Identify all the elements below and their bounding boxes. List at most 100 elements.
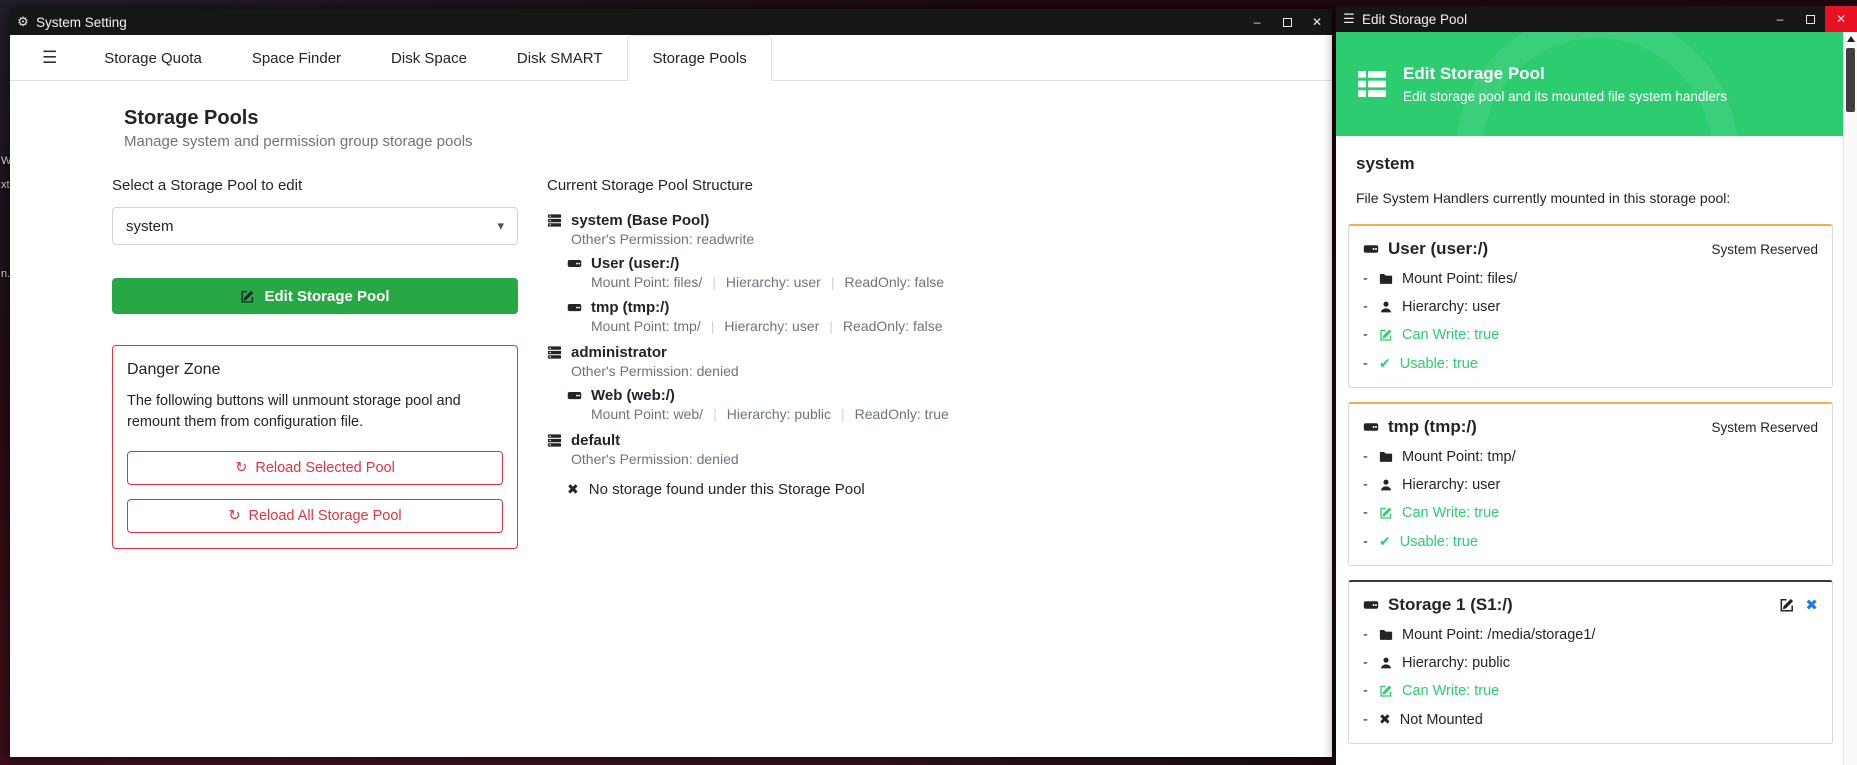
readonly: ReadOnly: true [855, 406, 949, 422]
edit-handler-icon[interactable] [1779, 597, 1795, 613]
handler-row-usable: ✔ Usable: true [1363, 533, 1818, 550]
handler-row-usable: ✔ Usable: true [1363, 355, 1818, 372]
handler-row-hierarchy: Hierarchy: user [1363, 477, 1818, 493]
system-reserved-badge: System Reserved [1711, 420, 1818, 435]
divider [711, 318, 715, 334]
handler-row-hierarchy: Hierarchy: user [1363, 299, 1818, 315]
tab-bar: ☰ Storage Quota Space Finder Disk Space … [10, 35, 1332, 81]
user-icon [1379, 656, 1393, 670]
divider [841, 406, 845, 422]
close-button[interactable]: ✕ [1825, 6, 1857, 32]
server-icon [547, 213, 562, 228]
edit-window-content: Edit Storage Pool Edit storage pool and … [1336, 32, 1843, 765]
pool-select-label: Select a Storage Pool to edit [112, 177, 518, 194]
close-button[interactable]: ✕ [1302, 9, 1332, 35]
tab-disk-space[interactable]: Disk Space [366, 35, 492, 81]
mount-point: Mount Point: web/ [591, 406, 703, 422]
row-text: Usable: true [1400, 534, 1478, 550]
handler-row-hierarchy: Hierarchy: public [1363, 655, 1818, 671]
reload-all-pool-button[interactable]: ↻ Reload All Storage Pool [127, 499, 503, 533]
storage-detail: Mount Point: tmp/ Hierarchy: user ReadOn… [591, 318, 1147, 334]
storage-name: Web (web:/) [591, 387, 675, 404]
empty-pool-message: ✖ No storage found under this Storage Po… [567, 481, 1147, 498]
pool-permission: Other's Permission: denied [571, 451, 1147, 467]
pool-info: system File System Handlers currently mo… [1356, 136, 1823, 206]
window-controls: – ✕ [1765, 6, 1857, 32]
handler-cards: User (user:/) System Reserved Mount Poin… [1336, 224, 1843, 758]
tab-space-finder[interactable]: Space Finder [227, 35, 366, 81]
divider [713, 406, 717, 422]
danger-zone-title: Danger Zone [127, 361, 503, 379]
row-text: Hierarchy: user [1402, 477, 1500, 493]
row-text: Mount Point: /media/storage1/ [1402, 627, 1595, 643]
page-title: Storage Pools [124, 107, 473, 130]
reload-selected-pool-label: Reload Selected Pool [255, 460, 394, 476]
cross-icon: ✖ [1379, 711, 1391, 728]
hdd-icon [1363, 419, 1379, 435]
pool-header: default [547, 432, 1147, 449]
pool-select-dropdown[interactable]: system ▾ [112, 207, 518, 245]
handler-row-notmounted: ✖ Not Mounted [1363, 711, 1818, 728]
hierarchy: Hierarchy: public [727, 406, 831, 422]
window-title: System Setting [36, 15, 127, 30]
pool-header: administrator [547, 344, 1147, 361]
handler-row-canwrite: Can Write: true [1363, 505, 1818, 521]
readonly: ReadOnly: false [844, 274, 944, 290]
divider [712, 274, 716, 290]
page-subtitle: Manage system and permission group stora… [124, 133, 473, 150]
hamburger-icon: ☰ [1336, 11, 1362, 27]
divider [831, 274, 835, 290]
pool-edit-panel: Select a Storage Pool to edit system ▾ E… [112, 177, 518, 549]
edit-window-body: Edit Storage Pool Edit storage pool and … [1336, 32, 1857, 765]
tab-storage-quota[interactable]: Storage Quota [79, 35, 227, 81]
scrollbar-thumb[interactable] [1846, 48, 1855, 112]
storage-detail: Mount Point: web/ Hierarchy: public Read… [591, 406, 1147, 422]
hdd-icon [1363, 241, 1379, 257]
row-text: Not Mounted [1400, 712, 1483, 728]
minimize-button[interactable]: – [1242, 9, 1272, 35]
desktop-text-fragment: n. [1, 268, 10, 280]
pool-name: system (Base Pool) [571, 212, 709, 229]
edit-storage-pool-button[interactable]: Edit Storage Pool [112, 278, 518, 314]
pool-permission: Other's Permission: denied [571, 363, 1147, 379]
pool-item: administrator Other's Permission: denied… [547, 344, 1147, 422]
folder-icon [1379, 628, 1393, 642]
header-subtitle: Edit storage pool and its mounted file s… [1403, 89, 1727, 104]
handler-row-canwrite: Can Write: true [1363, 327, 1818, 343]
minimize-button[interactable]: – [1765, 6, 1795, 32]
titlebar: ⚙ System Setting – ✕ [10, 9, 1332, 35]
hdd-icon [567, 388, 582, 403]
page-header: Storage Pools Manage system and permissi… [124, 107, 473, 150]
maximize-button[interactable] [1795, 6, 1825, 32]
titlebar: ☰ Edit Storage Pool – ✕ [1336, 6, 1857, 32]
storage-detail: Mount Point: files/ Hierarchy: user Read… [591, 274, 1147, 290]
server-icon [547, 433, 562, 448]
header-title: Edit Storage Pool [1403, 64, 1727, 84]
maximize-button[interactable] [1272, 9, 1302, 35]
tab-disk-smart[interactable]: Disk SMART [492, 35, 628, 81]
check-icon: ✔ [1379, 355, 1391, 372]
edit-storage-pool-label: Edit Storage Pool [264, 288, 389, 305]
header-text: Edit Storage Pool Edit storage pool and … [1403, 64, 1727, 104]
tab-storage-pools[interactable]: Storage Pools [627, 35, 771, 81]
row-text: Can Write: true [1402, 327, 1499, 343]
list-panel-icon [1356, 68, 1388, 100]
card-actions: ✖ [1779, 596, 1818, 614]
maximize-icon [1283, 18, 1292, 27]
edit-storage-pool-window: ☰ Edit Storage Pool – ✕ Edit Storage Poo… [1336, 6, 1857, 765]
handler-card-tmp: tmp (tmp:/) System Reserved Mount Point:… [1348, 402, 1833, 566]
reload-all-pool-label: Reload All Storage Pool [249, 508, 402, 524]
pencil-square-icon [1379, 506, 1393, 520]
pencil-square-icon [1379, 328, 1393, 342]
structure-title: Current Storage Pool Structure [547, 177, 1147, 194]
check-icon: ✔ [1379, 533, 1391, 550]
reload-selected-pool-button[interactable]: ↻ Reload Selected Pool [127, 451, 503, 485]
menu-button[interactable]: ☰ [20, 35, 79, 80]
scrollbar-up-arrow-icon[interactable] [1847, 36, 1855, 42]
pool-structure-tree: system (Base Pool) Other's Permission: r… [547, 212, 1147, 498]
pool-permission: Other's Permission: readwrite [571, 231, 1147, 247]
pencil-square-icon [1379, 684, 1393, 698]
pencil-square-icon [240, 289, 255, 304]
remove-handler-icon[interactable]: ✖ [1805, 596, 1818, 614]
vertical-scrollbar[interactable] [1843, 32, 1857, 765]
